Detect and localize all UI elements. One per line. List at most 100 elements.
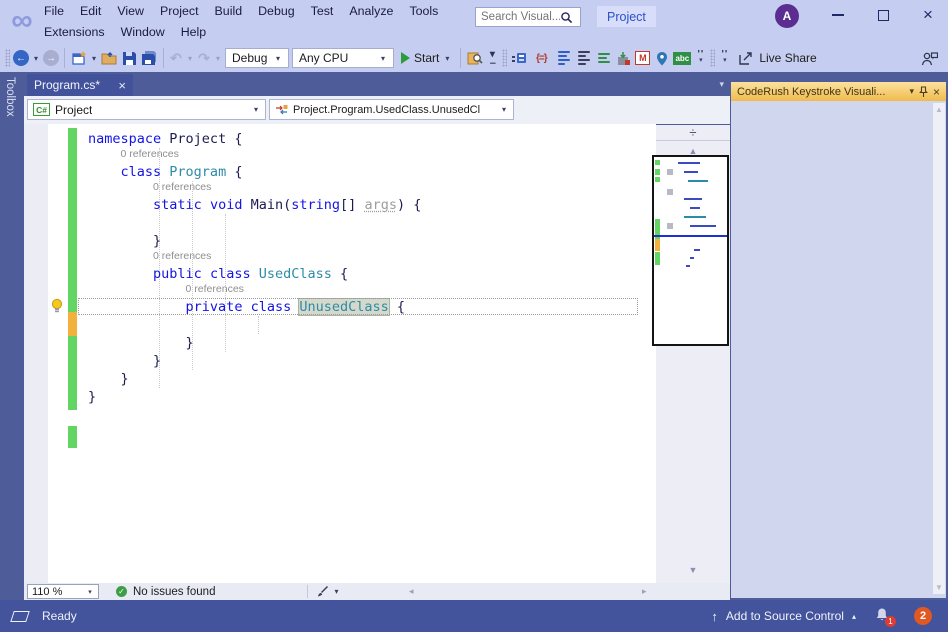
issues-status[interactable]: No issues found (133, 586, 215, 598)
menu-help[interactable]: Help (173, 22, 214, 43)
new-project-button[interactable] (70, 50, 87, 67)
menu-debug[interactable]: Debug (250, 1, 303, 22)
object-browser-button[interactable] (510, 50, 527, 67)
map-code-line (678, 162, 700, 164)
pin-icon[interactable] (919, 86, 928, 98)
code-line[interactable]: } (88, 388, 656, 406)
close-window-button[interactable]: × (906, 0, 948, 30)
undo-button[interactable]: ↶ (169, 50, 183, 67)
codelens-references[interactable]: 0 references (88, 148, 656, 163)
zoom-dropdown[interactable]: 110 % ▾ (27, 584, 99, 599)
menu-project[interactable]: Project (152, 1, 207, 22)
code-line[interactable]: } (88, 334, 656, 352)
menu-tools[interactable]: Tools (401, 1, 446, 22)
minimize-button[interactable] (816, 0, 860, 30)
quick-actions-lightbulb-icon[interactable] (50, 298, 64, 314)
status-bar: Ready ↑ Add to Source Control ▴ 1 2 (0, 600, 948, 632)
notifications-bell-button[interactable]: 1 (874, 607, 892, 625)
markdown-button[interactable]: M (635, 51, 650, 65)
menu-view[interactable]: View (109, 1, 152, 22)
start-debugging-button[interactable]: Start ▾ (397, 51, 455, 65)
menu-window[interactable]: Window (113, 22, 173, 43)
codelens-references[interactable]: 0 references (88, 250, 656, 265)
search-box[interactable] (475, 7, 581, 27)
project-dropdown[interactable]: C# Project ▾ (27, 99, 266, 120)
code-lines[interactable]: namespace Project {0 references class Pr… (88, 130, 656, 406)
code-cleanup-button[interactable]: ▾ (316, 585, 340, 598)
code-map-preview[interactable] (652, 155, 729, 346)
save-all-button[interactable] (141, 50, 158, 67)
platform-dropdown[interactable]: Any CPU ▾ (292, 48, 394, 68)
member-dropdown[interactable]: Project.Program.UsedClass.UnusedCl ▾ (269, 99, 514, 120)
tab-close-icon[interactable]: × (118, 78, 126, 93)
panel-scrollbar[interactable]: ▲ ▼ (933, 103, 945, 594)
code-editor[interactable]: namespace Project {0 references class Pr… (24, 124, 656, 583)
sort-lines-button[interactable] (555, 50, 572, 67)
code-line[interactable]: class Program { (88, 163, 656, 181)
scroll-up-icon[interactable]: ▲ (933, 105, 945, 114)
code-line[interactable] (88, 316, 656, 334)
menu-build[interactable]: Build (207, 1, 251, 22)
map-code-line (690, 225, 716, 227)
menu-extensions[interactable]: Extensions (36, 22, 113, 43)
toolbar-grip[interactable] (5, 49, 10, 67)
open-documents-dropdown-icon[interactable]: ▾ (719, 79, 724, 90)
account-avatar[interactable]: A (775, 4, 799, 28)
codelens-references[interactable]: 0 references (88, 283, 656, 298)
format-lines-button[interactable] (575, 50, 592, 67)
collapse-region-button[interactable]: ▾ ▁ (486, 52, 499, 64)
maximize-button[interactable] (861, 0, 905, 30)
open-file-button[interactable] (101, 50, 118, 67)
scroll-down-icon[interactable]: ▼ (656, 565, 730, 575)
add-to-source-control-button[interactable]: Add to Source Control (726, 609, 844, 623)
code-line[interactable]: } (88, 232, 656, 250)
code-line[interactable]: } (88, 352, 656, 370)
menu-edit[interactable]: Edit (72, 1, 109, 22)
new-project-dropdown-icon[interactable]: ▾ (90, 54, 98, 63)
panel-dropdown-icon[interactable]: ▾ (909, 86, 914, 97)
redo-dropdown-icon[interactable]: ▾ (214, 54, 222, 63)
toggle-quotes-button[interactable]: '' ▾ (694, 52, 707, 64)
menu-analyze[interactable]: Analyze (341, 1, 401, 22)
navigate-forward-button[interactable]: → (43, 50, 59, 66)
undo-dropdown-icon[interactable]: ▾ (186, 54, 194, 63)
code-line[interactable] (88, 214, 656, 232)
code-line[interactable]: } (88, 370, 656, 388)
live-share-button[interactable]: Live Share (734, 51, 820, 66)
menu-file[interactable]: File (36, 1, 72, 22)
redo-button[interactable]: ↷ (197, 50, 211, 67)
source-control-expand-icon[interactable]: ▴ (852, 612, 856, 621)
configuration-dropdown[interactable]: Debug ▾ (225, 48, 289, 68)
notification-count-button[interactable]: 2 (914, 607, 932, 625)
editor-splitter-handle[interactable]: ÷ (656, 125, 730, 141)
document-tab-program-cs[interactable]: Program.cs* × (27, 74, 133, 96)
menu-test[interactable]: Test (303, 1, 342, 22)
start-dropdown-icon[interactable]: ▾ (443, 54, 451, 63)
panel-header[interactable]: CodeRush Keystroke Visuali... ▾ × (731, 82, 946, 101)
spell-check-button[interactable]: abc (673, 52, 691, 65)
toolbar-grip[interactable] (502, 49, 507, 67)
code-cleanup-braces-icon[interactable]: {=} (530, 53, 552, 64)
search-input[interactable] (476, 11, 560, 23)
code-line[interactable]: namespace Project { (88, 130, 656, 148)
export-template-button[interactable] (615, 50, 632, 67)
bookmark-pin-button[interactable] (653, 50, 670, 67)
scroll-down-icon[interactable]: ▼ (933, 583, 945, 592)
navigate-backward-dropdown-icon[interactable]: ▾ (32, 54, 40, 63)
code-line[interactable]: static void Main(string[] args) { (88, 196, 656, 214)
toolbox-tab[interactable]: Toolbox (4, 77, 16, 117)
solution-name-button[interactable]: Project (597, 6, 656, 27)
feedback-button[interactable] (921, 50, 938, 67)
toolbar-grip[interactable] (710, 49, 715, 67)
toggle-quotes-secondary-button[interactable]: '' ▾ (718, 52, 731, 64)
panel-close-icon[interactable]: × (933, 85, 940, 99)
find-in-files-button[interactable] (466, 50, 483, 67)
code-line[interactable]: private class UnusedClass { (88, 298, 656, 316)
comment-lines-button[interactable] (595, 50, 612, 67)
scroll-left-icon[interactable]: ◂ (409, 586, 414, 597)
codelens-references[interactable]: 0 references (88, 181, 656, 196)
save-button[interactable] (121, 50, 138, 67)
navigate-backward-button[interactable]: ← (13, 50, 29, 66)
code-line[interactable]: public class UsedClass { (88, 265, 656, 283)
scroll-right-icon[interactable]: ▸ (642, 586, 647, 597)
